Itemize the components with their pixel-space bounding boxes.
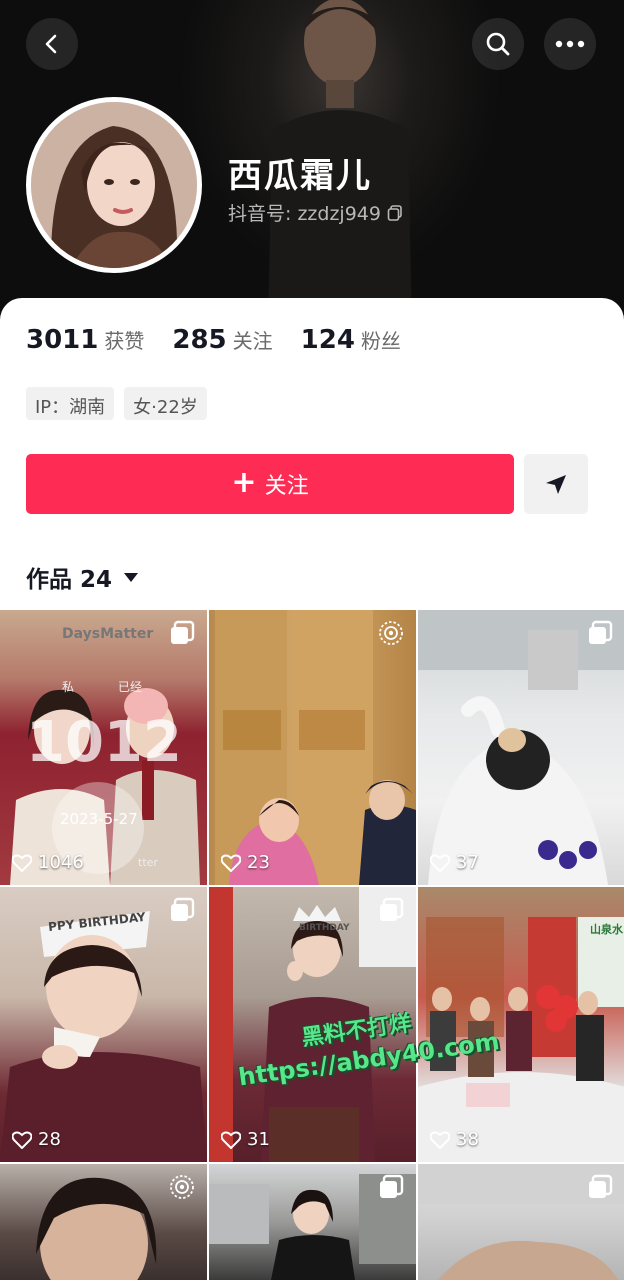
more-button[interactable] <box>544 18 596 70</box>
stat-followers-label: 粉丝 <box>360 329 401 353</box>
stat-following-label: 关注 <box>232 329 273 353</box>
profile-tags: IP：湖南 女·22岁 <box>26 387 207 420</box>
tile-overlay-text: 私 <box>62 680 75 694</box>
douyin-id[interactable]: 抖音号: zzdzj949 <box>228 199 403 226</box>
avatar[interactable] <box>26 97 202 273</box>
tile-likes-count: 37 <box>456 852 479 873</box>
video-tile[interactable]: 37 <box>418 610 624 885</box>
stat-followers[interactable]: 124 粉丝 <box>301 325 401 355</box>
nickname: 西瓜霜儿 <box>228 156 372 196</box>
tile-photo <box>418 610 624 885</box>
album-icon <box>589 620 613 644</box>
video-tile[interactable]: DaysMatter 私 已经 1012 2023-5-27 tter 1046 <box>0 610 207 885</box>
album-icon <box>171 897 195 921</box>
follow-button-label: 关注 <box>264 474 309 499</box>
heart-icon <box>12 1131 32 1149</box>
more-dots-icon <box>555 40 585 48</box>
album-icon <box>380 897 404 921</box>
tile-likes-count: 1046 <box>38 852 84 873</box>
stat-likes-label: 获赞 <box>104 329 145 353</box>
tag-ip: IP：湖南 <box>26 387 115 420</box>
tag-gender-age: 女·22岁 <box>124 387 207 420</box>
tile-photo <box>215 610 416 885</box>
video-tile[interactable]: 23 <box>209 610 416 885</box>
tile-likes-count: 38 <box>456 1129 479 1150</box>
heart-icon <box>430 1131 450 1149</box>
works-tab-label: 作品 24 <box>26 567 113 593</box>
tile-likes: 28 <box>12 1129 61 1150</box>
send-icon <box>546 475 566 494</box>
live-photo-icon <box>170 1175 194 1199</box>
tile-likes: 37 <box>430 852 479 873</box>
video-tile[interactable] <box>209 1164 416 1280</box>
back-button[interactable] <box>26 18 78 70</box>
heart-icon <box>430 854 450 872</box>
works-tab[interactable]: 作品 24 <box>26 560 139 594</box>
album-icon <box>380 1174 404 1198</box>
stat-following[interactable]: 285 关注 <box>172 325 272 355</box>
tile-likes: 1046 <box>12 852 84 873</box>
send-message-button[interactable] <box>524 454 588 514</box>
tile-overlay-text: 1012 <box>26 710 182 775</box>
tile-overlay-text: 山泉水 <box>590 923 623 936</box>
stats-row: 3011 获赞 285 关注 124 粉丝 <box>26 325 429 355</box>
search-icon <box>486 32 510 56</box>
copy-icon[interactable] <box>387 204 403 221</box>
tile-likes: 31 <box>221 1129 270 1150</box>
heart-icon <box>221 1131 241 1149</box>
tile-overlay-text: 2023-5-27 <box>60 810 138 828</box>
tile-overlay-text: tter <box>138 856 158 869</box>
tile-likes-count: 23 <box>247 852 270 873</box>
tile-likes: 23 <box>221 852 270 873</box>
tile-likes: 38 <box>430 1129 479 1150</box>
caret-down-icon <box>124 572 139 582</box>
search-button[interactable] <box>472 18 524 70</box>
profile-header: 西瓜霜儿 抖音号: zzdzj949 <box>0 0 624 330</box>
stat-following-count: 285 <box>172 325 227 355</box>
follow-button[interactable]: + 关注 <box>26 454 514 514</box>
works-grid: DaysMatter 私 已经 1012 2023-5-27 tter 1046 <box>0 610 624 1280</box>
douyin-id-text: 抖音号: zzdzj949 <box>228 203 381 225</box>
video-tile[interactable] <box>0 1164 207 1280</box>
chevron-left-icon <box>45 34 57 54</box>
video-tile[interactable] <box>418 1164 624 1280</box>
live-photo-icon <box>379 621 403 645</box>
stat-followers-count: 124 <box>300 325 355 355</box>
plus-icon: + <box>231 464 257 500</box>
tile-overlay-text: DaysMatter <box>62 626 154 642</box>
video-tile[interactable]: PPY BIRTHDAY 28 <box>0 887 207 1162</box>
stat-likes-count: 3011 <box>26 325 99 355</box>
avatar-photo <box>31 102 197 268</box>
stat-likes[interactable]: 3011 获赞 <box>26 325 144 355</box>
tile-overlay-text: 已经 <box>118 680 143 694</box>
album-icon <box>171 620 195 644</box>
heart-icon <box>221 854 241 872</box>
tile-overlay-text: BIRTHDAY <box>299 923 350 933</box>
tile-likes-count: 28 <box>38 1129 61 1150</box>
tile-likes-count: 31 <box>247 1129 270 1150</box>
heart-icon <box>12 854 32 872</box>
album-icon <box>589 1174 613 1198</box>
